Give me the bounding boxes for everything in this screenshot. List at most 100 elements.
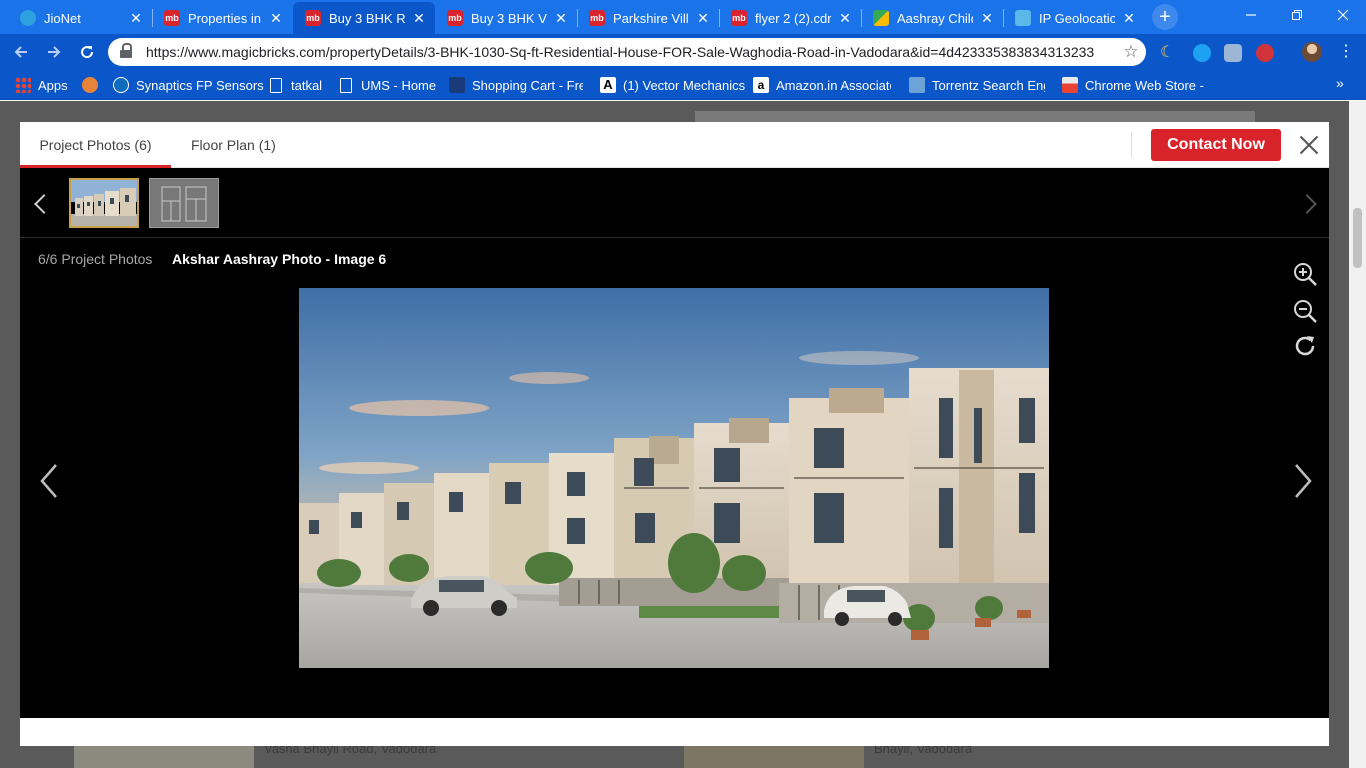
close-icon xyxy=(1337,9,1349,21)
reset-rotate-icon[interactable] xyxy=(1292,333,1318,359)
torrentz-icon xyxy=(909,77,925,93)
minimize-icon xyxy=(1246,14,1256,16)
browser-tab-strip: JioNet ✕ mb Properties in V ✕ mb Buy 3 B… xyxy=(0,0,1366,34)
close-tab-icon[interactable]: ✕ xyxy=(695,10,711,27)
url-text: https://www.magicbricks.com/propertyDeta… xyxy=(146,44,1095,60)
modal-footer xyxy=(20,718,1329,746)
bookmark-apps[interactable]: Apps xyxy=(15,75,68,95)
bookmark-label: Amazon.in Associates xyxy=(776,77,891,93)
google-maps-icon xyxy=(873,10,889,26)
page-icon xyxy=(270,77,282,93)
browser-tab-jionet[interactable]: JioNet ✕ xyxy=(8,2,152,34)
amazon-icon: a xyxy=(753,77,769,93)
magicbricks-icon: mb xyxy=(589,10,605,26)
bookmark-ums-home[interactable]: UMS - Home xyxy=(340,75,436,95)
bookmarks-overflow-icon[interactable]: » xyxy=(1336,75,1350,91)
magicbricks-icon: mb xyxy=(305,10,321,26)
back-arrow-icon xyxy=(14,46,27,58)
browser-tab-aashray[interactable]: Aashray Childr ✕ xyxy=(861,2,1003,34)
close-tab-icon[interactable]: ✕ xyxy=(128,10,144,27)
close-window-button[interactable] xyxy=(1320,0,1366,30)
previous-photo-arrow-icon[interactable] xyxy=(34,461,64,501)
thumbnail-floor-plan[interactable] xyxy=(149,178,219,228)
apps-grid-icon xyxy=(15,77,31,93)
zoom-out-icon[interactable] xyxy=(1292,298,1318,324)
browser-tab-ip-geolocation[interactable]: IP Geolocation ✕ xyxy=(1003,2,1145,34)
ip-geolocation-icon xyxy=(1015,10,1031,26)
header-divider xyxy=(1131,132,1132,158)
dell-icon xyxy=(113,77,129,93)
chrome-web-store-icon xyxy=(1062,77,1078,93)
forward-arrow-icon xyxy=(48,46,61,58)
browser-tab-properties[interactable]: mb Properties in V ✕ xyxy=(152,2,292,34)
browser-tab-parkshire[interactable]: mb Parkshire Villas ✕ xyxy=(577,2,719,34)
tab-title: Buy 3 BHK Res xyxy=(329,10,405,26)
main-property-photo xyxy=(299,288,1049,668)
thumbnails-prev-icon[interactable] xyxy=(34,194,54,214)
address-bar[interactable]: https://www.magicbricks.com/propertyDeta… xyxy=(108,38,1146,66)
thumbnails-next-icon[interactable] xyxy=(1297,194,1317,214)
bookmark-shopping-cart[interactable]: Shopping Cart - Freec xyxy=(449,75,583,95)
close-tab-icon[interactable]: ✕ xyxy=(268,10,284,27)
extension-red-icon[interactable] xyxy=(1256,44,1274,62)
tab-floor-plan[interactable]: Floor Plan (1) xyxy=(191,122,276,168)
bookmark-vector-mechanics[interactable]: A (1) Vector Mechanics xyxy=(600,75,745,95)
basketball-icon xyxy=(82,77,98,93)
close-tab-icon[interactable]: ✕ xyxy=(979,10,995,27)
bookmark-label: (1) Vector Mechanics xyxy=(623,77,746,93)
reload-button[interactable] xyxy=(74,39,100,65)
bookmarks-bar: Apps Synaptics FP Sensors tatkal UMS - H… xyxy=(0,70,1366,100)
bookmark-synaptics[interactable]: Synaptics FP Sensors xyxy=(113,75,264,95)
freecharge-icon xyxy=(449,77,465,93)
bookmark-tatkal[interactable]: tatkal xyxy=(270,75,322,95)
restore-window-button[interactable] xyxy=(1274,0,1320,30)
bookmark-basketball[interactable] xyxy=(82,75,105,95)
tab-title: Parkshire Villas xyxy=(613,10,689,26)
close-tab-icon[interactable]: ✕ xyxy=(411,10,427,27)
modal-header: Project Photos (6) Floor Plan (1) Contac… xyxy=(20,122,1329,168)
photo-title: Akshar Aashray Photo - Image 6 xyxy=(172,251,387,267)
browser-tab-buy-3bhk-villa[interactable]: mb Buy 3 BHK Villa ✕ xyxy=(435,2,577,34)
close-modal-icon[interactable] xyxy=(1298,134,1320,156)
bookmark-torrentz[interactable]: Torrentz Search Engin xyxy=(909,75,1045,95)
page-scrollbar[interactable] xyxy=(1349,101,1366,768)
page-icon xyxy=(340,77,352,93)
night-mode-extension-icon[interactable]: ☾ xyxy=(1160,44,1178,62)
bookmark-chrome-web-store[interactable]: Chrome Web Store - xyxy=(1062,75,1204,95)
photo-viewer: 6/6 Project Photos Akshar Aashray Photo … xyxy=(20,168,1329,718)
minimize-window-button[interactable] xyxy=(1228,0,1274,30)
thumbnail-image-6[interactable] xyxy=(69,178,139,228)
chrome-menu-icon[interactable]: ⋮ xyxy=(1336,42,1356,62)
profile-avatar[interactable] xyxy=(1302,42,1322,62)
browser-toolbar: https://www.magicbricks.com/propertyDeta… xyxy=(0,34,1366,70)
forward-button[interactable] xyxy=(41,39,67,65)
tab-project-photos[interactable]: Project Photos (6) xyxy=(20,122,171,168)
tab-title: JioNet xyxy=(44,10,81,26)
bookmark-amazon-associates[interactable]: a Amazon.in Associates xyxy=(753,75,891,95)
browser-tab-flyer[interactable]: mb flyer 2 (2).cdr ✕ xyxy=(719,2,861,34)
jionet-icon xyxy=(20,10,36,26)
bookmark-label: Shopping Cart - Freec xyxy=(472,77,583,93)
magicbricks-icon: mb xyxy=(164,10,180,26)
close-tab-icon[interactable]: ✕ xyxy=(837,10,853,27)
tab-title: Aashray Childr xyxy=(897,10,973,26)
back-button[interactable] xyxy=(8,39,34,65)
close-tab-icon[interactable]: ✕ xyxy=(553,10,569,27)
close-tab-icon[interactable]: ✕ xyxy=(1121,10,1137,27)
bookmark-label: Chrome Web Store - xyxy=(1085,77,1204,93)
zoom-in-icon[interactable] xyxy=(1292,261,1318,287)
extension-card-icon[interactable] xyxy=(1224,44,1242,62)
thumbnail-strip xyxy=(20,168,1329,238)
bookmark-label: Apps xyxy=(38,77,68,93)
scrollbar-thumb[interactable] xyxy=(1353,208,1362,268)
contact-now-button[interactable]: Contact Now xyxy=(1151,129,1281,161)
tab-title: Properties in V xyxy=(188,10,262,26)
browser-tab-buy-3bhk-res[interactable]: mb Buy 3 BHK Res ✕ xyxy=(293,2,435,34)
extension-circle-icon[interactable] xyxy=(1193,44,1211,62)
bookmark-label: UMS - Home xyxy=(361,77,437,93)
tab-title: flyer 2 (2).cdr xyxy=(755,10,831,26)
bookmark-star-icon[interactable]: ☆ xyxy=(1116,42,1146,62)
next-photo-arrow-icon[interactable] xyxy=(1288,461,1318,501)
bookmark-label: Synaptics FP Sensors xyxy=(136,77,264,93)
new-tab-button[interactable]: + xyxy=(1152,4,1178,30)
